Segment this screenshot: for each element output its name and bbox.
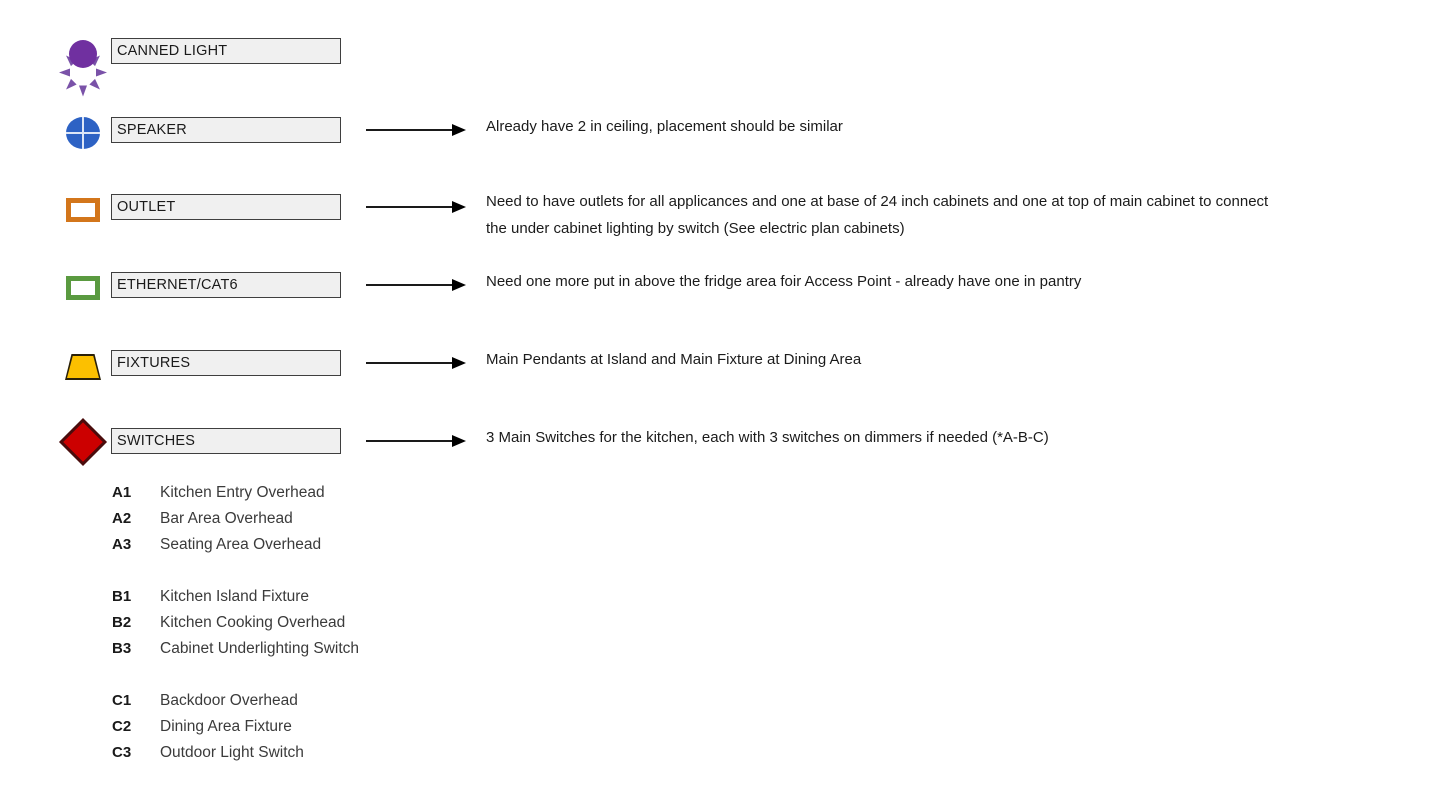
ethernet-symbol bbox=[55, 260, 111, 316]
switch-description: Kitchen Island Fixture bbox=[160, 588, 310, 605]
legend-row-speaker: SPEAKER Already have 2 in ceiling, place… bbox=[0, 105, 1437, 165]
legend-label-ethernet: ETHERNET/CAT6 bbox=[111, 272, 341, 298]
switch-description: Backdoor Overhead bbox=[160, 692, 298, 709]
switch-description: Outdoor Light Switch bbox=[160, 744, 304, 761]
legend-row-fixtures: FIXTURES Main Pendants at Island and Mai… bbox=[0, 338, 1437, 398]
switch-code: A2 bbox=[112, 510, 132, 527]
switch-group-a: A1 Kitchen Entry Overhead A2 Bar Area Ov… bbox=[112, 484, 532, 562]
ethernet-port-icon bbox=[66, 276, 100, 300]
legend-label-outlet: OUTLET bbox=[111, 194, 341, 220]
switch-code: B1 bbox=[112, 588, 132, 605]
callout-arrow-fixtures bbox=[366, 356, 470, 370]
list-item: A3 Seating Area Overhead bbox=[112, 536, 532, 562]
legend-row-canned-light: CANNED LIGHT bbox=[0, 26, 1437, 97]
legend-note-fixtures: Main Pendants at Island and Main Fixture… bbox=[486, 346, 1426, 373]
switch-code: C3 bbox=[112, 744, 132, 761]
callout-arrow-outlet bbox=[366, 200, 470, 214]
electrical-legend: CANNED LIGHT SPEAKER Already have 2 in c… bbox=[0, 0, 1437, 797]
legend-label-text: ETHERNET/CAT6 bbox=[117, 277, 238, 293]
switch-description: Kitchen Cooking Overhead bbox=[160, 614, 346, 631]
legend-row-outlet: OUTLET Need to have outlets for all appl… bbox=[0, 182, 1437, 262]
outlet-symbol bbox=[55, 182, 111, 238]
list-item: A1 Kitchen Entry Overhead bbox=[112, 484, 532, 510]
note-line: 3 Main Switches for the kitchen, each wi… bbox=[486, 429, 1049, 446]
legend-label-text: SWITCHES bbox=[117, 433, 196, 449]
switch-group-b: B1 Kitchen Island Fixture B2 Kitchen Coo… bbox=[112, 588, 532, 666]
speaker-icon bbox=[66, 117, 100, 149]
list-item: C1 Backdoor Overhead bbox=[112, 692, 532, 718]
canned-light-symbol bbox=[55, 26, 111, 97]
list-item: C3 Outdoor Light Switch bbox=[112, 744, 532, 770]
note-line: Need to have outlets for all applicances… bbox=[486, 193, 1269, 210]
legend-label-text: FIXTURES bbox=[117, 355, 191, 371]
switch-code: B3 bbox=[112, 640, 132, 657]
callout-arrow-speaker bbox=[366, 123, 470, 137]
switch-code: B2 bbox=[112, 614, 132, 631]
list-item: B1 Kitchen Island Fixture bbox=[112, 588, 532, 614]
outlet-icon bbox=[66, 198, 100, 222]
legend-note-switches: 3 Main Switches for the kitchen, each wi… bbox=[486, 424, 1426, 451]
switch-group-c: C1 Backdoor Overhead C2 Dining Area Fixt… bbox=[112, 692, 532, 770]
legend-note-speaker: Already have 2 in ceiling, placement sho… bbox=[486, 113, 1426, 140]
callout-arrow-switches bbox=[366, 434, 470, 448]
switch-description: Seating Area Overhead bbox=[160, 536, 322, 553]
legend-row-ethernet: ETHERNET/CAT6 Need one more put in above… bbox=[0, 260, 1437, 320]
switch-description: Kitchen Entry Overhead bbox=[160, 484, 325, 501]
note-line: Main Pendants at Island and Main Fixture… bbox=[486, 351, 862, 368]
legend-row-switches: SWITCHES 3 Main Switches for the kitchen… bbox=[0, 416, 1437, 476]
switch-diamond-icon bbox=[58, 417, 108, 467]
switch-description: Bar Area Overhead bbox=[160, 510, 293, 527]
legend-note-ethernet: Need one more put in above the fridge ar… bbox=[486, 268, 1426, 295]
switch-code: C1 bbox=[112, 692, 132, 709]
legend-label-switches: SWITCHES bbox=[111, 428, 341, 454]
switch-schedule: A1 Kitchen Entry Overhead A2 Bar Area Ov… bbox=[112, 484, 532, 796]
switch-code: A3 bbox=[112, 536, 132, 553]
list-item: C2 Dining Area Fixture bbox=[112, 718, 532, 744]
sun-burst-icon bbox=[56, 27, 110, 97]
pendant-fixture-icon bbox=[62, 352, 104, 380]
fixtures-symbol bbox=[55, 338, 111, 394]
legend-label-text: CANNED LIGHT bbox=[117, 43, 228, 59]
switch-code: A1 bbox=[112, 484, 132, 501]
legend-label-canned-light: CANNED LIGHT bbox=[111, 38, 341, 64]
legend-note-outlet: Need to have outlets for all applicances… bbox=[486, 188, 1426, 242]
legend-label-speaker: SPEAKER bbox=[111, 117, 341, 143]
switches-symbol bbox=[55, 414, 111, 470]
callout-arrow-ethernet bbox=[366, 278, 470, 292]
legend-label-text: SPEAKER bbox=[117, 122, 187, 138]
note-line: Need one more put in above the fridge ar… bbox=[486, 273, 1082, 290]
switch-description: Cabinet Underlighting Switch bbox=[160, 640, 360, 657]
switch-description: Dining Area Fixture bbox=[160, 718, 292, 735]
speaker-symbol bbox=[55, 105, 111, 161]
legend-label-fixtures: FIXTURES bbox=[111, 350, 341, 376]
note-line: Already have 2 in ceiling, placement sho… bbox=[486, 118, 843, 135]
switch-code: C2 bbox=[112, 718, 132, 735]
list-item: A2 Bar Area Overhead bbox=[112, 510, 532, 536]
note-line: the under cabinet lighting by switch (Se… bbox=[486, 220, 905, 237]
list-item: B2 Kitchen Cooking Overhead bbox=[112, 614, 532, 640]
legend-label-text: OUTLET bbox=[117, 199, 176, 215]
list-item: B3 Cabinet Underlighting Switch bbox=[112, 640, 532, 666]
